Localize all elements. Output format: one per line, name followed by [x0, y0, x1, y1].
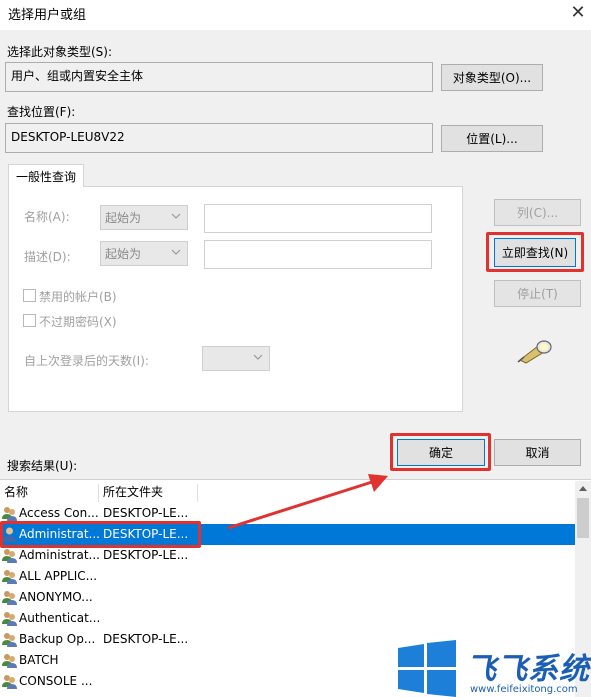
disabled-accounts-label: 禁用的帐户(B) — [39, 290, 117, 304]
selected-row-highlight — [0, 521, 201, 548]
group-icon — [1, 547, 18, 564]
row-name: BATCH — [19, 653, 59, 667]
name-combo-value: 起始为 — [105, 211, 142, 225]
cancel-button[interactable]: 取消 — [494, 439, 581, 466]
annotation-arrow-icon — [227, 474, 388, 530]
table-row[interactable]: ALL APPLIC... — [0, 566, 575, 587]
name-label: 名称(A): — [24, 210, 70, 224]
close-icon[interactable]: ✕ — [566, 1, 590, 25]
table-row[interactable]: Administrat... DESKTOP-LE... — [0, 545, 575, 566]
disabled-accounts-checkbox[interactable] — [23, 289, 36, 302]
row-name: CONSOLE ... — [19, 674, 93, 688]
find-now-button[interactable]: 立即查找(N) — [494, 238, 576, 267]
row-name: Authenticat... — [19, 611, 99, 625]
search-flashlight-icon — [517, 340, 552, 364]
description-label: 描述(D): — [24, 250, 71, 264]
scroll-up-icon[interactable] — [579, 485, 587, 491]
location-label: 查找位置(F): — [7, 105, 76, 119]
windows-logo-icon — [398, 640, 456, 697]
description-input[interactable] — [204, 240, 432, 269]
row-folder: DESKTOP-LE... — [103, 632, 189, 646]
ok-button[interactable]: 确定 — [397, 439, 485, 466]
name-combo[interactable]: 起始为 — [100, 205, 188, 230]
tab-general-query[interactable]: 一般性查询 — [8, 164, 84, 187]
row-name: ANONYMO... — [19, 590, 93, 604]
table-row[interactable]: ANONYMO... — [0, 587, 575, 608]
group-icon — [1, 568, 18, 585]
columns-button[interactable]: 列(C)... — [494, 199, 581, 226]
stop-button[interactable]: 停止(T) — [494, 280, 581, 307]
window-title: 选择用户或组 — [8, 8, 87, 23]
days-since-logon-combo[interactable] — [202, 346, 270, 371]
title-bar — [0, 0, 591, 30]
name-input[interactable] — [204, 204, 432, 233]
column-header-name[interactable]: 名称 — [0, 481, 98, 503]
days-since-logon-label: 自上次登录后的天数(I): — [24, 354, 149, 368]
group-icon — [1, 652, 18, 669]
chevron-down-icon — [253, 354, 263, 360]
column-header-folder[interactable]: 所在文件夹 — [99, 481, 197, 503]
row-name: Backup Op... — [19, 632, 96, 646]
object-type-label: 选择此对象类型(S): — [7, 45, 113, 59]
description-combo-value: 起始为 — [105, 247, 142, 261]
group-icon — [1, 673, 18, 690]
column-divider — [197, 484, 198, 502]
scroll-thumb[interactable] — [577, 498, 589, 538]
watermark-brand: 飞飞系统 — [466, 652, 590, 687]
row-name: ALL APPLIC... — [19, 569, 98, 583]
location-button[interactable]: 位置(L)... — [441, 125, 543, 152]
watermark-url: www.feifeixitong.com — [470, 684, 578, 695]
group-icon — [1, 631, 18, 648]
non-expiring-password-label: 不过期密码(X) — [39, 315, 117, 329]
row-name: Administrat... — [19, 548, 99, 562]
non-expiring-password-checkbox[interactable] — [23, 314, 36, 327]
table-row[interactable]: Authenticat... — [0, 608, 575, 629]
row-folder: DESKTOP-LE... — [103, 548, 189, 562]
object-type-field: 用户、组或内置安全主体 — [5, 62, 433, 92]
chevron-down-icon — [171, 249, 181, 255]
group-icon — [1, 505, 18, 522]
group-icon — [1, 610, 18, 627]
location-field: DESKTOP-LEU8V22 — [5, 123, 433, 153]
search-results-label: 搜索结果(U): — [7, 459, 78, 473]
group-icon — [1, 589, 18, 606]
object-type-button[interactable]: 对象类型(O)... — [441, 64, 543, 91]
description-combo[interactable]: 起始为 — [100, 241, 188, 266]
chevron-down-icon — [171, 213, 181, 219]
